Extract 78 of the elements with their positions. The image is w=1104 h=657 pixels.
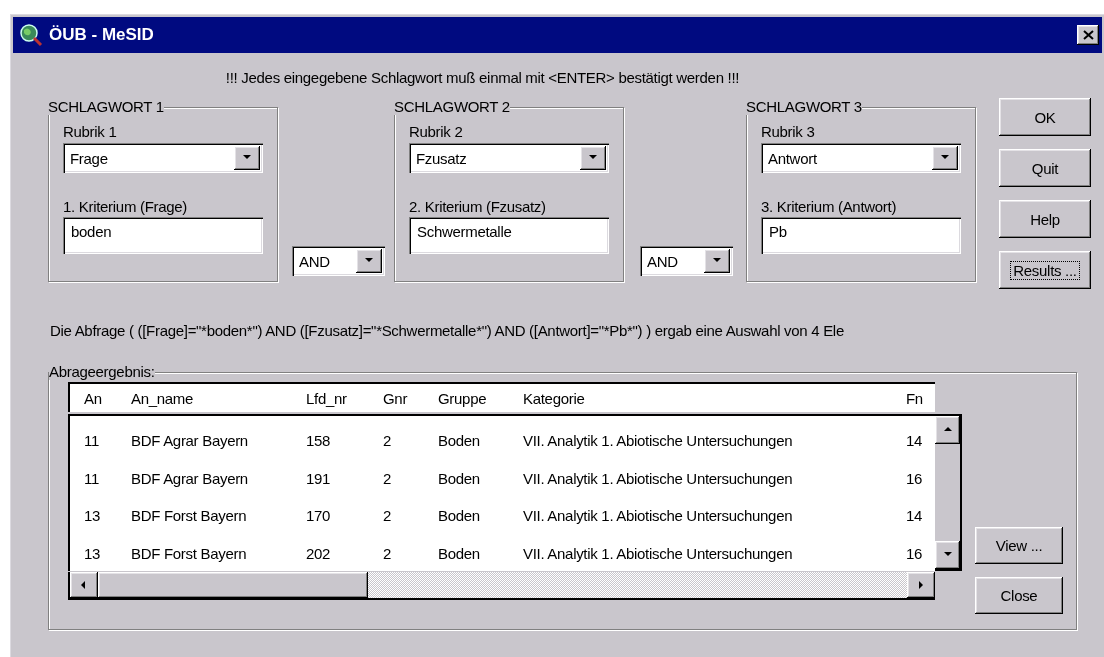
- table-cell-text: Boden: [438, 507, 481, 525]
- field-label: 1. Kriterium (Frage): [63, 198, 188, 216]
- table-cell-text: 11: [84, 469, 100, 487]
- group-title: SCHLAGWORT 1: [48, 99, 164, 115]
- operator-dropdown[interactable]: AND: [292, 246, 385, 276]
- ok-button[interactable]: OK: [999, 98, 1091, 136]
- table-cell-text: BDF Forst Bayern: [131, 544, 248, 562]
- table-cell-text: VII. Analytik 1. Abiotische Untersuchungen: [523, 544, 794, 562]
- table-cell-text: 202: [306, 544, 332, 562]
- column-header[interactable]: An: [84, 389, 131, 407]
- dropdown-button[interactable]: [580, 146, 606, 170]
- dropdown-button[interactable]: [356, 249, 382, 273]
- table-cell-text: 2: [383, 544, 393, 562]
- table-cell-text: VII. Analytik 1. Abiotische Untersuchungen: [523, 432, 794, 450]
- table-cell-text: 16: [906, 544, 924, 562]
- table-cell-text: 191: [306, 469, 332, 487]
- rubric-dropdown[interactable]: Antwort: [761, 143, 961, 173]
- scroll-left-button[interactable]: [70, 572, 98, 598]
- table-cell-text: 14: [906, 507, 924, 525]
- table-cell-text: Boden: [438, 544, 481, 562]
- scroll-right-button[interactable]: [907, 572, 935, 598]
- table-cell-text: BDF Agrar Bayern: [131, 469, 249, 487]
- group-title: SCHLAGWORT 3: [746, 99, 862, 115]
- query-summary-text: Die Abfrage ( ([Frage]="*boden*") AND ([Fzusatz]="*Schwermetalle*") AND ([Antwort]="*Pb*") ) ergab eine Auswahl von 4 Ele: [50, 322, 844, 339]
- criterion-input[interactable]: Schwermetalle: [409, 217, 609, 254]
- table-cell-text: 13: [84, 544, 102, 562]
- table-cell-text: BDF Agrar Bayern: [131, 432, 249, 450]
- globe-magnifier-icon: [19, 23, 43, 47]
- help-button[interactable]: Help: [999, 200, 1091, 238]
- horizontal-scrollbar[interactable]: [68, 572, 935, 600]
- scroll-down-button[interactable]: [935, 541, 960, 569]
- close-icon: [1082, 30, 1094, 40]
- scroll-up-button[interactable]: [935, 416, 960, 444]
- table-cell-text: 2: [383, 469, 393, 487]
- scrollbar-thumb[interactable]: [98, 572, 368, 598]
- column-header[interactable]: Fn: [906, 389, 935, 407]
- field-label: Rubrik 2: [409, 123, 463, 141]
- dropdown-button[interactable]: [932, 146, 958, 170]
- field-label: Rubrik 1: [63, 123, 117, 141]
- table-cell-text: VII. Analytik 1. Abiotische Untersuchungen: [523, 507, 794, 525]
- column-header[interactable]: Gnr: [383, 389, 438, 407]
- rubric-dropdown[interactable]: Frage: [63, 143, 263, 173]
- table-cell-text: 2: [383, 507, 393, 525]
- column-header[interactable]: Lfd_nr: [306, 389, 383, 407]
- operator-dropdown[interactable]: AND: [640, 246, 733, 276]
- field-label: 3. Kriterium (Antwort): [761, 198, 897, 216]
- table-cell-text: 14: [906, 432, 924, 450]
- table-cell-text: VII. Analytik 1. Abiotische Untersuchungen: [523, 469, 794, 487]
- group-title: Abrageergebnis:: [49, 364, 155, 380]
- table-cell-text: 170: [306, 507, 332, 525]
- column-header[interactable]: Kategorie: [523, 389, 906, 407]
- view-button[interactable]: View ...: [975, 527, 1063, 564]
- criterion-input[interactable]: boden: [63, 217, 263, 254]
- table-cell-text: BDF Forst Bayern: [131, 507, 248, 525]
- window-title: ÖUB - MeSID: [49, 25, 154, 45]
- quit-button[interactable]: Quit: [999, 149, 1091, 187]
- right-arrow-icon: [916, 580, 926, 590]
- table-cell-text: 11: [84, 432, 100, 450]
- rubric-dropdown[interactable]: Fzusatz: [409, 143, 609, 173]
- table-cell-text: 13: [84, 507, 102, 525]
- field-label: 2. Kriterium (Fzusatz): [409, 198, 546, 216]
- table-cell-text: 2: [383, 432, 393, 450]
- table-cell-text: 16: [906, 469, 924, 487]
- table-cell-text: Boden: [438, 432, 481, 450]
- criterion-input[interactable]: Pb: [761, 217, 961, 254]
- column-header[interactable]: An_name: [131, 389, 306, 407]
- vertical-scrollbar[interactable]: [935, 414, 962, 571]
- instruction-text: !!! Jedes eingegebene Schlagwort muß einmal mit <ENTER> bestätigt werden !!!: [225, 69, 740, 86]
- field-label: Rubrik 3: [761, 123, 815, 141]
- group-title: SCHLAGWORT 2: [394, 99, 510, 115]
- column-header[interactable]: Gruppe: [438, 389, 523, 407]
- close-button[interactable]: [1077, 25, 1099, 45]
- table-cell-text: 158: [306, 432, 332, 450]
- dropdown-button[interactable]: [704, 249, 730, 273]
- dropdown-button[interactable]: [234, 146, 260, 170]
- results-button[interactable]: Results ...: [999, 251, 1091, 289]
- table-cell-text: Boden: [438, 469, 481, 487]
- close-button[interactable]: Close: [975, 577, 1063, 614]
